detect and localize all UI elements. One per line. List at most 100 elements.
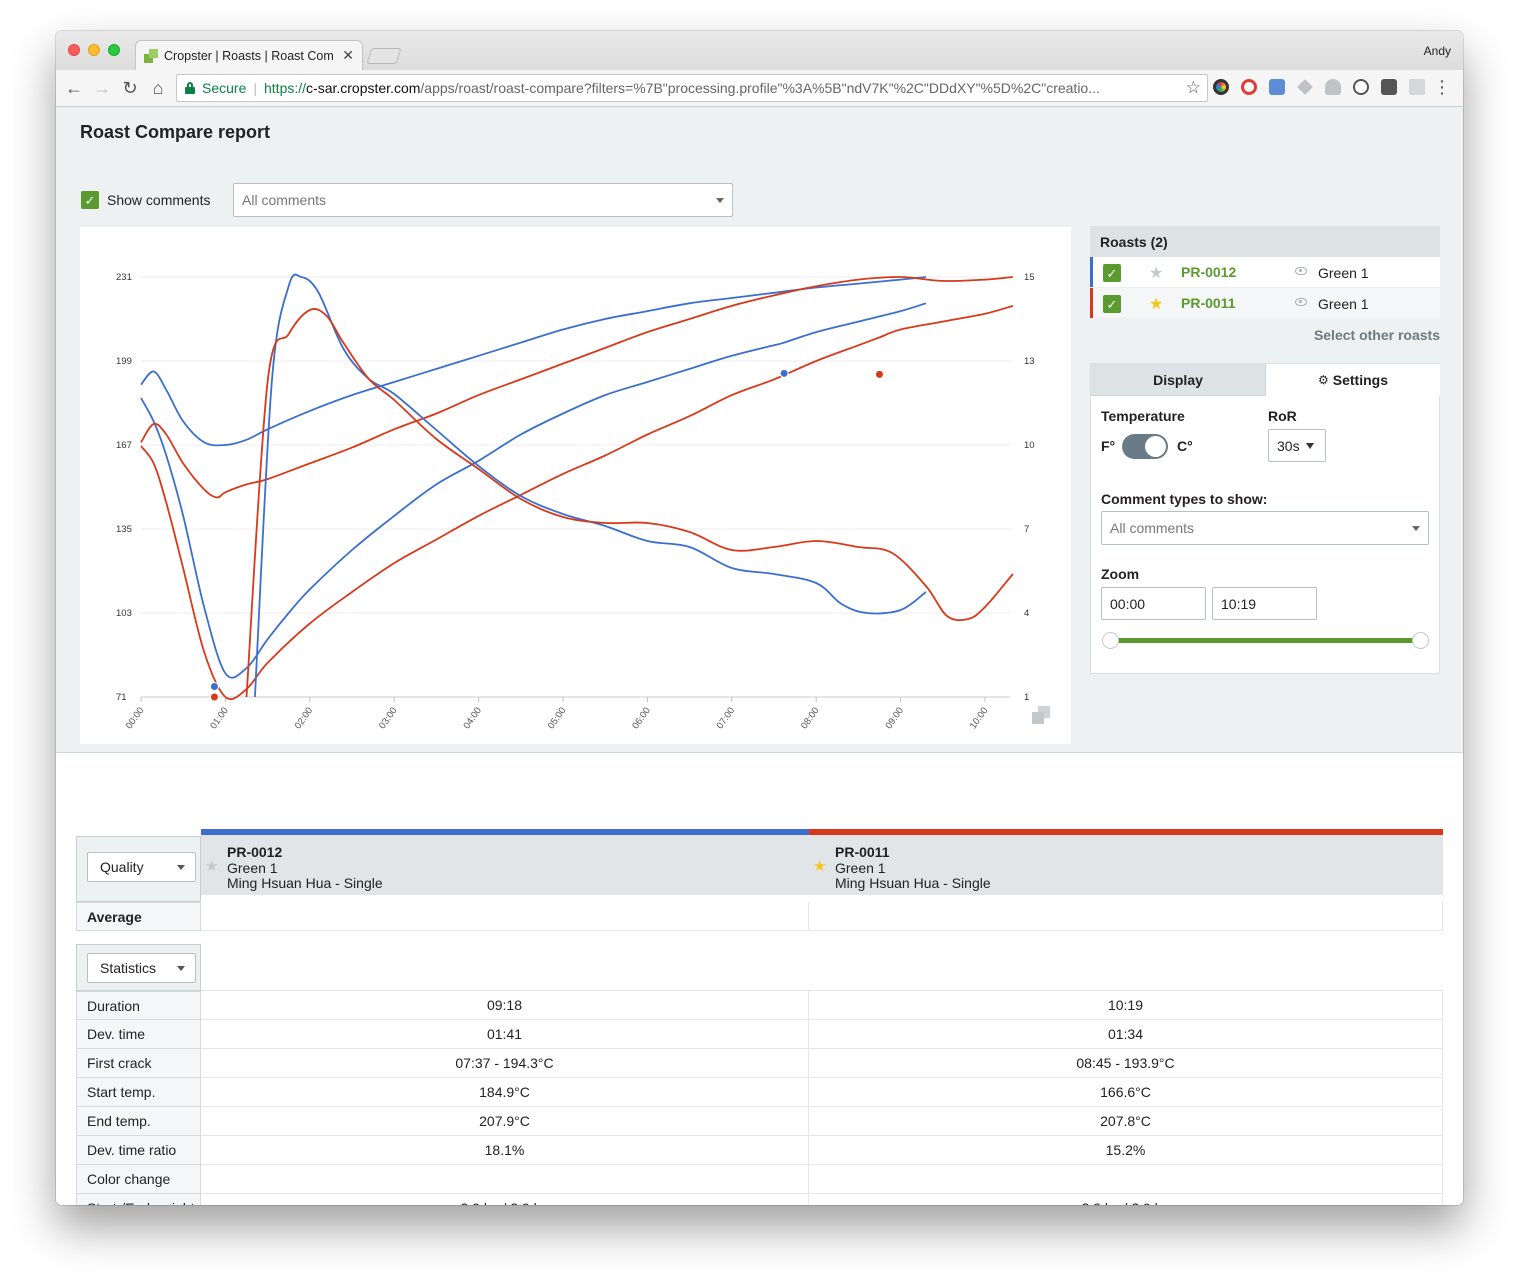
tab-settings-label: Settings [1332,372,1388,388]
lock-icon [185,82,195,94]
event-marker [875,369,884,379]
new-tab-button[interactable] [366,48,402,64]
quality-roast-origin: Ming Hsuan Hua - Single [835,875,991,891]
stat-value: 2.9 kg / 2.9 kg [201,1194,809,1205]
comments-select-value: All comments [242,192,327,208]
dropbox-extension-icon[interactable] [1297,79,1313,95]
zoom-slider-start-handle[interactable] [1102,632,1119,649]
stat-label: Color change [76,1165,201,1194]
y-left-tick-label: 231 [116,272,132,283]
stat-value: 2.9 kg / 2.9 kg [809,1194,1443,1205]
stat-value: 10:19 [809,991,1443,1020]
zoom-label: Zoom [1101,566,1140,582]
url-scheme: https:// [264,80,307,96]
star-outline-icon[interactable]: ★ [205,857,218,875]
event-marker [209,692,219,702]
stat-label: Dev. time ratio [76,1136,201,1165]
event-marker [209,682,219,691]
ror-select-value: 30s [1277,437,1300,454]
x-tick-label: 07:00 [715,705,738,731]
quality-header-pr-0011: ★ PR-0011 Green 1 Ming Hsuan Hua - Singl… [809,829,1443,895]
opera-extension-icon[interactable] [1241,79,1257,95]
profile-user[interactable]: Andy [1424,44,1451,58]
tab-display[interactable]: Display [1091,364,1266,396]
bookmark-star-icon[interactable]: ☆ [1186,78,1201,98]
back-arrow-icon[interactable]: ← [63,77,85,99]
x-tick-label: 08:00 [799,705,822,731]
quality-roast-id: PR-0012 [227,844,283,860]
average-cell-pr-0011 [809,902,1443,931]
browser-tab[interactable]: Cropster | Roasts | Roast Com ✕ [135,40,363,70]
statistics-select[interactable]: Statistics [87,953,196,983]
reload-icon[interactable]: ↻ [119,77,141,99]
star-outline-icon[interactable]: ★ [1149,263,1163,283]
roast-row-pr-0011[interactable]: ✓ ★ PR-0011 Green 1 [1090,288,1440,319]
comment-types-select[interactable]: All comments [1101,511,1429,545]
close-tab-icon[interactable]: ✕ [342,47,354,64]
star-filled-icon[interactable]: ★ [1149,294,1163,314]
eye-icon[interactable] [1295,267,1307,275]
close-window-button[interactable] [68,44,80,56]
lastpass-extension-icon[interactable] [1269,79,1285,95]
roast-chart-svg[interactable]: 71 1 103 4 135 7 167 10 199 13 231 15 00:00 01:00 02:0… [80,227,1071,744]
stat-value: 166.6°C [809,1078,1443,1107]
address-bar[interactable]: Secure | https:// c-sar.cropster.com /ap… [176,74,1208,102]
minimize-window-button[interactable] [88,44,100,56]
extension-icon[interactable] [1381,79,1397,95]
zoom-slider-track[interactable] [1110,638,1420,643]
browser-toolbar: ← → ↻ ⌂ Secure | https:// c-sar.cropster… [56,70,1463,107]
zoom-start-input[interactable] [1101,587,1206,620]
roast-id-link[interactable]: PR-0011 [1181,295,1235,311]
info-extension-icon[interactable] [1353,79,1369,95]
average-cell-pr-0012 [201,902,809,931]
browser-window: Cropster | Roasts | Roast Com ✕ Andy ← →… [56,31,1463,1205]
checkbox-checked-icon[interactable]: ✓ [81,191,99,209]
comments-select[interactable]: All comments [233,183,733,217]
home-icon[interactable]: ⌂ [147,77,169,99]
maximize-window-button[interactable] [108,44,120,56]
stat-value: 07:37 - 194.3°C [201,1049,809,1078]
roast-row-pr-0012[interactable]: ✓ ★ PR-0012 Green 1 [1090,257,1440,288]
tab-settings[interactable]: ⚙ Settings [1266,364,1440,396]
address-separator: | [253,80,257,96]
unit-c-label: C° [1177,438,1193,454]
temperature-label: Temperature [1101,408,1185,424]
roast-checkbox[interactable]: ✓ [1103,295,1121,313]
gear-icon: ⚙ [1318,373,1329,387]
reader-extension-icon[interactable] [1409,79,1425,95]
stat-value [201,1165,809,1194]
pr-0012-rate-of-rise-line [254,273,927,698]
zoom-end-input[interactable] [1212,587,1317,620]
forward-arrow-icon[interactable]: → [91,77,113,99]
ror-select[interactable]: 30s [1268,429,1326,462]
roast-chart[interactable]: 71 1 103 4 135 7 167 10 199 13 231 15 00:00 01:00 02:0… [80,227,1071,744]
quality-select[interactable]: Quality [87,852,196,882]
star-filled-icon[interactable]: ★ [813,857,826,875]
zoom-slider-end-handle[interactable] [1412,632,1429,649]
dropdown-caret-icon [716,197,724,203]
roast-green-name: Green 1 [1318,296,1369,312]
stat-value: 01:34 [809,1020,1443,1049]
show-comments-toggle[interactable]: ✓ Show comments [81,191,210,209]
show-comments-label: Show comments [107,192,211,208]
stat-label: First crack [76,1049,201,1078]
cloud-extension-icon[interactable] [1325,79,1341,95]
temperature-unit-toggle[interactable] [1122,434,1168,459]
stat-label: Dev. time [76,1020,201,1049]
quality-roast-id: PR-0011 [835,844,890,860]
roasts-header: Roasts (2) [1090,226,1440,257]
eye-icon[interactable] [1295,298,1307,306]
select-other-roasts-link[interactable]: Select other roasts [1090,327,1440,343]
stat-value: 09:18 [201,991,809,1020]
stat-value: 207.9°C [201,1107,809,1136]
cropster-favicon-icon [144,48,158,63]
y-left-tick-label: 71 [116,692,127,703]
roast-checkbox[interactable]: ✓ [1103,264,1121,282]
color-picker-extension-icon[interactable] [1213,79,1229,95]
toggle-knob [1145,436,1166,457]
unit-f-label: F° [1101,438,1116,454]
roast-id-link[interactable]: PR-0012 [1181,264,1236,280]
quality-roast-green: Green 1 [227,860,278,876]
x-tick-label: 00:00 [124,705,147,731]
browser-menu-icon[interactable]: ⋮ [1433,76,1451,98]
